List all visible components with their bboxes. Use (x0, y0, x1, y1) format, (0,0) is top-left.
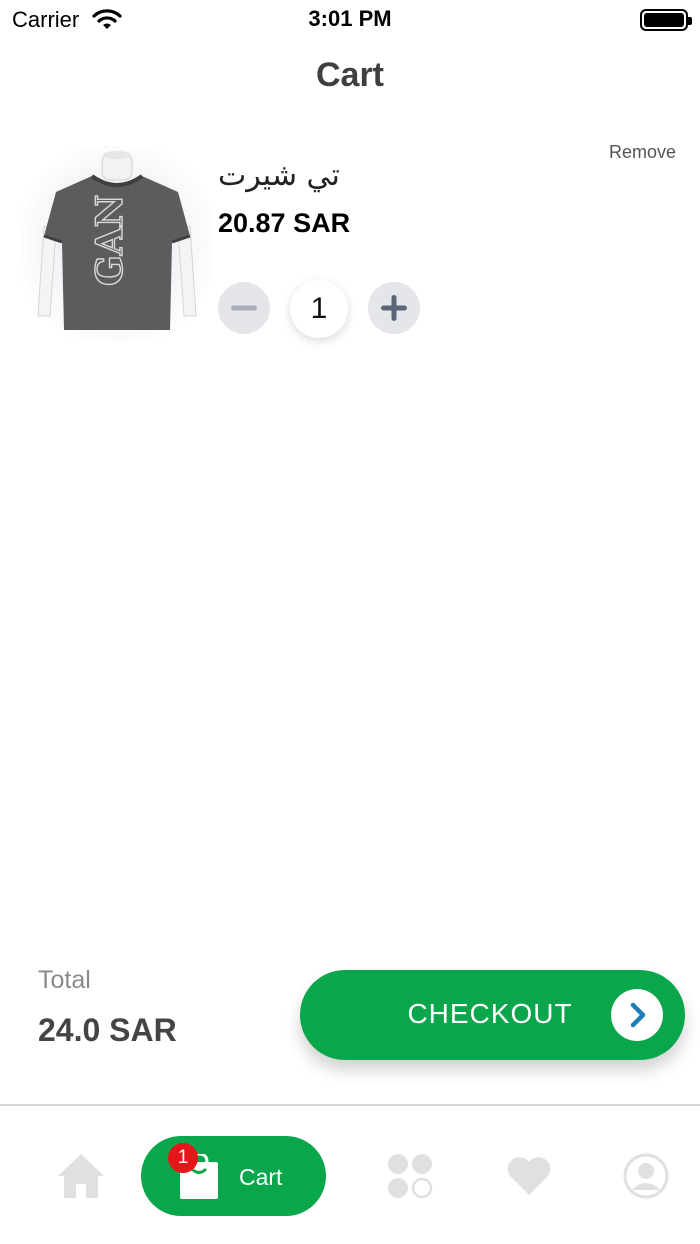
minus-icon (231, 305, 257, 311)
decrease-quantity-button[interactable] (218, 282, 270, 334)
svg-text:GAN: GAN (89, 194, 131, 286)
quantity-stepper: 1 (218, 280, 428, 338)
quantity-value: 1 (290, 280, 348, 338)
home-icon (58, 1154, 104, 1198)
item-name: تي شيرت (218, 158, 340, 193)
page-title: Cart (315, 56, 385, 94)
profile-icon (623, 1153, 669, 1199)
tab-cart-label: Cart (239, 1164, 283, 1190)
product-image[interactable]: GAN (22, 146, 212, 342)
status-time: 3:01 PM (308, 6, 392, 31)
tab-cart[interactable]: 1 Cart (141, 1136, 326, 1216)
status-bar: Carrier 3:01 PM (0, 0, 700, 40)
total-label: Total (38, 966, 91, 994)
total-value: 24.0 SAR (38, 1012, 177, 1048)
tab-categories[interactable] (385, 1152, 435, 1200)
tab-profile[interactable] (622, 1152, 670, 1200)
checkout-button[interactable]: CHECKOUT (300, 970, 685, 1060)
remove-item-link[interactable]: Remove (609, 142, 676, 163)
increase-quantity-button[interactable] (368, 282, 420, 334)
chevron-right-icon (611, 989, 663, 1041)
heart-icon (507, 1157, 551, 1195)
tab-bar-divider (0, 1104, 700, 1106)
tab-home[interactable] (56, 1152, 106, 1200)
plus-icon (381, 295, 407, 321)
cart-count-badge: 1 (168, 1143, 198, 1173)
battery-icon (640, 9, 692, 31)
categories-icon (388, 1154, 433, 1199)
tab-favorites[interactable] (505, 1155, 553, 1197)
item-price: 20.87 SAR (218, 208, 351, 238)
